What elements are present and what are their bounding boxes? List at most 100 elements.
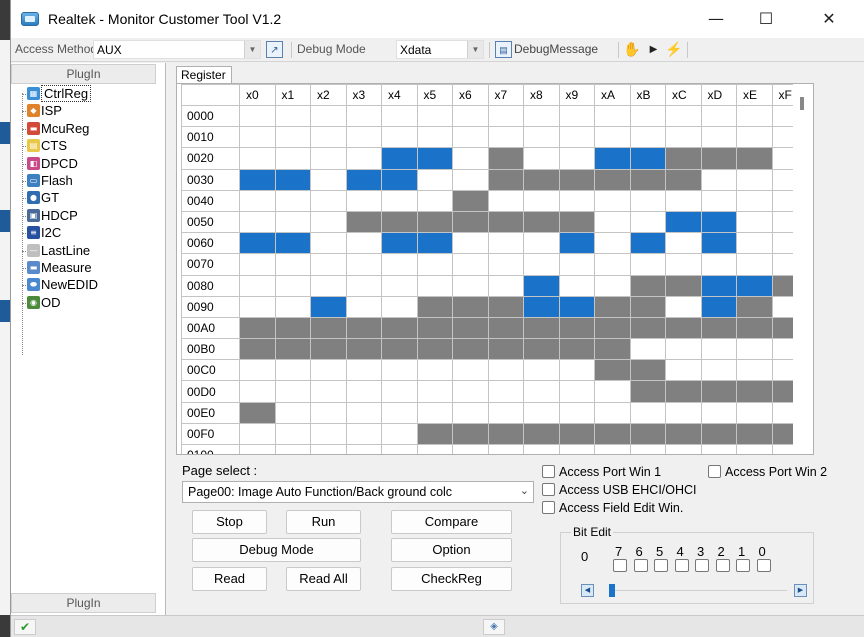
register-cell[interactable] — [736, 126, 773, 149]
register-cell[interactable] — [381, 422, 418, 446]
register-cell[interactable] — [345, 126, 382, 149]
register-cell[interactable] — [594, 422, 631, 446]
plugin-item-lastline[interactable]: — LastLine — [21, 242, 98, 259]
register-cell[interactable] — [700, 253, 737, 276]
register-cell[interactable] — [523, 210, 560, 234]
register-cell[interactable] — [452, 316, 489, 340]
register-cell[interactable] — [239, 210, 276, 234]
register-cell[interactable] — [558, 443, 595, 454]
register-cell[interactable] — [665, 104, 702, 128]
register-cell[interactable] — [700, 210, 737, 234]
bit-checkbox[interactable] — [695, 559, 709, 572]
register-cell[interactable] — [239, 126, 276, 149]
register-cell[interactable] — [274, 380, 311, 403]
register-cell[interactable] — [416, 401, 453, 424]
grid-scrollbar[interactable] — [793, 84, 813, 454]
bit-checkbox[interactable] — [756, 559, 771, 572]
register-cell[interactable] — [274, 422, 311, 446]
register-cell[interactable] — [736, 401, 773, 424]
register-cell[interactable] — [665, 147, 702, 170]
register-cell[interactable] — [665, 210, 702, 234]
register-cell[interactable] — [629, 253, 666, 276]
register-cell[interactable] — [487, 147, 524, 170]
plugin-item-flash[interactable]: ▭ Flash — [21, 172, 98, 189]
register-cell[interactable] — [381, 401, 418, 424]
register-cell[interactable] — [558, 316, 595, 340]
register-cell[interactable] — [700, 104, 737, 128]
register-cell[interactable] — [523, 316, 560, 340]
option-button[interactable]: Option — [391, 538, 512, 562]
register-cell[interactable] — [274, 316, 311, 340]
plugin-item-cts[interactable]: ▤ CTS — [21, 137, 98, 154]
plugin-item-gt[interactable]: ● GT — [21, 189, 98, 206]
register-cell[interactable] — [239, 359, 276, 382]
register-cell[interactable] — [736, 422, 773, 446]
register-cell[interactable] — [700, 168, 737, 191]
register-cell[interactable] — [416, 359, 453, 382]
minimize-button[interactable]: — — [694, 6, 738, 32]
register-cell[interactable] — [700, 359, 737, 382]
register-cell[interactable] — [558, 168, 595, 191]
register-cell[interactable] — [736, 253, 773, 276]
lightning-icon[interactable]: ⚡ — [665, 41, 682, 58]
register-cell[interactable] — [274, 295, 311, 318]
register-cell[interactable] — [629, 295, 666, 318]
register-cell[interactable] — [700, 126, 737, 149]
register-cell[interactable] — [381, 274, 418, 297]
register-cell[interactable] — [416, 189, 453, 212]
hand-icon[interactable]: ✋ — [623, 41, 640, 58]
register-cell[interactable] — [452, 104, 489, 128]
register-cell[interactable] — [665, 232, 702, 255]
register-cell[interactable] — [594, 359, 631, 382]
register-cell[interactable] — [381, 104, 418, 128]
register-cell[interactable] — [239, 380, 276, 403]
register-cell[interactable] — [274, 401, 311, 424]
value-slider-track[interactable] — [609, 590, 787, 591]
register-cell[interactable] — [416, 104, 453, 128]
register-cell[interactable] — [700, 443, 737, 454]
register-cell[interactable] — [700, 274, 737, 297]
check-reg-button[interactable]: CheckReg — [391, 567, 512, 591]
register-cell[interactable] — [629, 189, 666, 212]
register-cell[interactable] — [274, 338, 311, 361]
register-cell[interactable] — [629, 401, 666, 424]
register-cell[interactable] — [487, 104, 524, 128]
access-port-win2-checkbox[interactable]: Access Port Win 2 — [708, 465, 827, 479]
register-cell[interactable] — [487, 422, 524, 446]
checkbox-box[interactable] — [542, 483, 555, 496]
run-button[interactable]: Run — [286, 510, 361, 534]
register-cell[interactable] — [416, 126, 453, 149]
slider-left-arrow-icon[interactable]: ◀ — [581, 584, 594, 597]
register-cell[interactable] — [274, 359, 311, 382]
connect-icon[interactable]: ↗ — [266, 41, 283, 58]
register-cell[interactable] — [700, 380, 737, 403]
register-cell[interactable] — [629, 126, 666, 149]
register-cell[interactable] — [345, 232, 382, 255]
tab-register[interactable]: Register — [176, 66, 232, 84]
register-cell[interactable] — [274, 443, 311, 454]
register-cell[interactable] — [345, 316, 382, 340]
register-cell[interactable] — [629, 338, 666, 361]
register-cell[interactable] — [665, 359, 702, 382]
register-cell[interactable] — [239, 401, 276, 424]
register-cell[interactable] — [239, 422, 276, 446]
register-cell[interactable] — [487, 359, 524, 382]
register-cell[interactable] — [345, 274, 382, 297]
register-cell[interactable] — [736, 380, 773, 403]
register-cell[interactable] — [239, 147, 276, 170]
register-cell[interactable] — [416, 422, 453, 446]
register-cell[interactable] — [558, 189, 595, 212]
register-cell[interactable] — [736, 189, 773, 212]
register-cell[interactable] — [594, 338, 631, 361]
register-cell[interactable] — [558, 210, 595, 234]
register-cell[interactable] — [700, 338, 737, 361]
register-cell[interactable] — [452, 422, 489, 446]
register-cell[interactable] — [310, 274, 347, 297]
register-cell[interactable] — [487, 210, 524, 234]
register-cell[interactable] — [239, 274, 276, 297]
register-cell[interactable] — [345, 443, 382, 454]
register-cell[interactable] — [310, 126, 347, 149]
bit-checkbox[interactable] — [633, 559, 648, 572]
register-cell[interactable] — [452, 401, 489, 424]
register-cell[interactable] — [416, 338, 453, 361]
